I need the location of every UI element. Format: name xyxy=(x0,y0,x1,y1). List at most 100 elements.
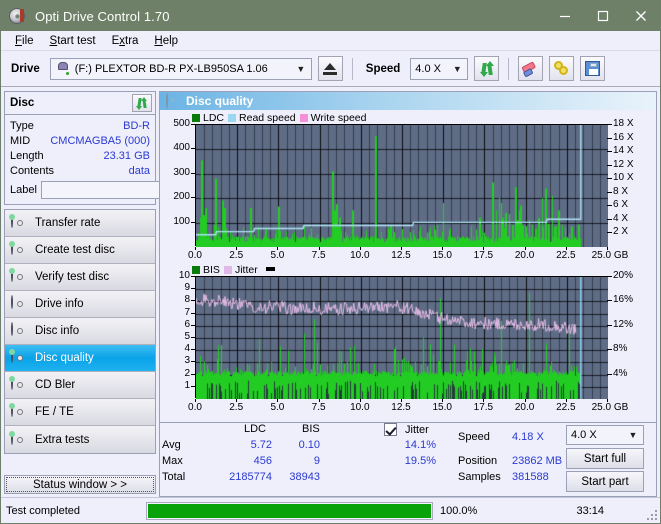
axis-tick xyxy=(236,247,238,250)
disc-info-icon xyxy=(11,322,29,339)
axis-tick xyxy=(191,300,195,302)
axis-tick xyxy=(607,300,612,302)
disc-row-type-value: BD-R xyxy=(123,119,150,132)
disc-row-mid: MID CMCMAGBA5 (000) xyxy=(10,133,150,148)
chevron-down-icon: ▼ xyxy=(296,63,306,74)
sidebar-item-transfer-rate[interactable]: Transfer rate xyxy=(5,210,155,237)
refresh-button[interactable] xyxy=(474,56,500,81)
y-axis-tick-label: 4 xyxy=(184,343,190,355)
x-axis-tick-label: 0.0 xyxy=(188,250,202,261)
legend-label: Read speed xyxy=(239,112,296,124)
menu-extra[interactable]: Extra xyxy=(104,33,147,49)
main-header: Disc quality xyxy=(160,92,656,110)
y2-axis-tick-label: 20% xyxy=(613,270,634,281)
resize-grip-icon[interactable] xyxy=(647,510,657,520)
menu-file[interactable]: File xyxy=(7,33,42,49)
sidebar-item-verify-test-disc[interactable]: Verify test disc xyxy=(5,264,155,291)
minimize-icon[interactable] xyxy=(546,1,584,31)
toolbar-separator-2 xyxy=(508,57,510,80)
y-axis-tick-label: 10 xyxy=(178,270,190,281)
speed-stat-value: 4.18 X xyxy=(512,431,544,443)
samples-stat-label: Samples xyxy=(458,471,501,483)
stats-total-ldc: 2185774 xyxy=(229,471,272,483)
axis-tick xyxy=(607,191,612,193)
disc-create-icon xyxy=(9,241,29,258)
menu-help-label-rest: elp xyxy=(162,34,179,47)
sidebar-item-disc-info[interactable]: Disc info xyxy=(5,318,155,345)
axis-tick xyxy=(359,399,361,402)
menu-start-test-label-rest: tart test xyxy=(57,34,96,47)
y-axis-tick-label: 5 xyxy=(184,331,190,342)
menu-help[interactable]: Help xyxy=(146,33,186,49)
axis-tick xyxy=(607,151,612,153)
refresh-icon xyxy=(479,60,495,77)
axis-tick xyxy=(524,399,526,402)
sidebar-item-drive-info[interactable]: Drive info xyxy=(5,291,155,318)
y-axis-tick-label: 9 xyxy=(184,282,190,294)
speed-select[interactable]: 4.0 X ▼ xyxy=(410,57,469,80)
legend-label: Jitter xyxy=(234,264,258,276)
axis-tick xyxy=(191,124,195,125)
drive-select-value: (F:) PLEXTOR BD-R PX-LB950SA 1.06 xyxy=(74,62,268,75)
page-title: Disc quality xyxy=(186,94,254,108)
axis-tick xyxy=(191,385,195,387)
sidebar-item-cd-bler[interactable]: CD Bler xyxy=(5,372,155,399)
disc-verify-icon xyxy=(9,268,29,285)
x-axis-tick-label: 5.0 xyxy=(270,250,285,261)
status-window-button[interactable]: Status window > > xyxy=(4,475,156,494)
menu-start-test[interactable]: Start test xyxy=(42,33,104,49)
test-speed-select[interactable]: 4.0 X ▼ xyxy=(566,425,644,445)
maximize-icon[interactable] xyxy=(584,1,622,31)
close-icon[interactable] xyxy=(622,1,660,31)
tools-button[interactable] xyxy=(549,56,575,81)
sidebar-item-label: Verify test disc xyxy=(35,271,110,283)
status-message: Test completed xyxy=(6,504,80,517)
axis-tick xyxy=(191,197,195,199)
axis-tick xyxy=(483,247,485,250)
eject-button[interactable] xyxy=(317,56,343,81)
drive-select[interactable]: (F:) PLEXTOR BD-R PX-LB950SA 1.06 ▼ xyxy=(49,57,312,157)
y-axis-tick-label: 400 xyxy=(173,142,190,154)
y2-axis-tick-label: 6 X xyxy=(613,199,629,211)
sidebar-item-label: CD Bler xyxy=(35,379,76,391)
erase-button[interactable] xyxy=(518,56,544,81)
body: Disc Type BD-R MID CMCMAGBA5 (000) Lengt… xyxy=(1,89,660,497)
start-full-button[interactable]: Start full xyxy=(566,448,644,469)
start-part-button[interactable]: Start part xyxy=(566,471,644,492)
axis-tick xyxy=(607,349,612,351)
menu-bar: File Start test Extra Help xyxy=(1,31,660,51)
axis-tick xyxy=(191,172,195,174)
stats-col-ldc: LDC xyxy=(244,423,267,435)
jitter-checkbox[interactable] xyxy=(384,423,397,436)
y-axis-tick-label: 2 xyxy=(184,367,190,379)
save-button[interactable] xyxy=(580,56,606,81)
y2-axis-tick-label: 16 X xyxy=(613,131,634,143)
ldc-plot-area[interactable] xyxy=(195,124,608,247)
x-axis-tick-label: 25.0 GB xyxy=(591,250,629,261)
menu-file-label-rest: ile xyxy=(22,34,34,47)
axis-tick xyxy=(191,349,195,351)
axis-tick xyxy=(442,399,444,402)
stats-panel: LDC BIS Jitter Avg 5.72 0.10 14.1% Max 4… xyxy=(160,422,656,496)
status-bar: Test completed 100.0% 33:14 xyxy=(1,497,660,523)
refresh-icon xyxy=(135,96,149,110)
disc-row-contents-key: Contents xyxy=(10,164,55,177)
y-axis-tick-label: 8 xyxy=(184,294,190,306)
sidebar: Disc Type BD-R MID CMCMAGBA5 (000) Lengt… xyxy=(1,89,244,497)
window-controls xyxy=(546,1,660,31)
stats-col-bis: BIS xyxy=(302,423,320,435)
y2-axis-tick-label: 12% xyxy=(613,318,634,330)
x-axis-tick-label: 15.0 xyxy=(432,402,452,413)
speed-select-value: 4.0 X xyxy=(415,62,441,75)
sidebar-item-create-test-disc[interactable]: Create test disc xyxy=(5,237,155,264)
y2-axis-tick-label: 12 X xyxy=(613,158,634,170)
progress-bar xyxy=(146,501,433,520)
y2-axis-tick-label: 10 X xyxy=(613,172,634,184)
x-axis-tick-label: 10.0 xyxy=(350,402,370,413)
sidebar-item-fe-te[interactable]: FE / TE xyxy=(5,399,155,426)
sidebar-item-extra-tests[interactable]: Extra tests xyxy=(5,426,155,453)
disc-refresh-button[interactable] xyxy=(132,94,152,112)
axis-tick xyxy=(483,399,485,402)
bis-plot-area[interactable] xyxy=(195,276,608,399)
sidebar-item-disc-quality[interactable]: Disc quality xyxy=(5,345,155,372)
